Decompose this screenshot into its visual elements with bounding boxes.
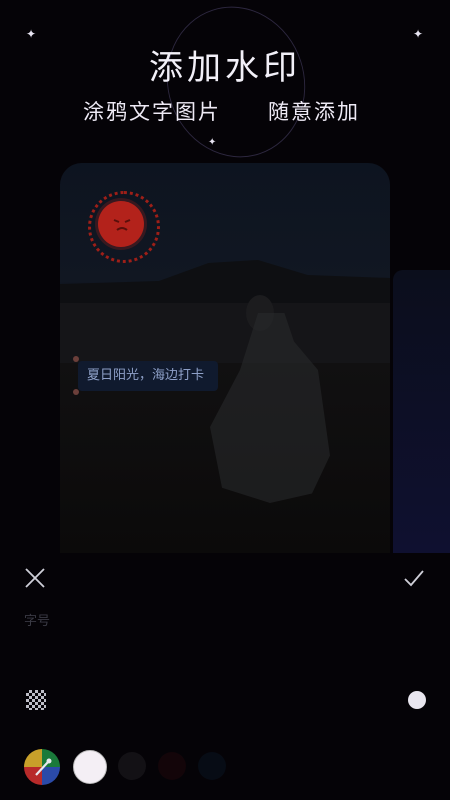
brush-icon [35, 758, 52, 776]
photo-sea [60, 303, 390, 363]
sparkle-icon: ✦ [413, 27, 424, 41]
color-swatch[interactable] [118, 752, 146, 780]
color-swatch-selected[interactable] [73, 750, 107, 784]
photo-canvas[interactable] [60, 163, 390, 553]
text-sticker[interactable]: 夏日阳光，海边打卡 [78, 361, 218, 391]
size-label: 字号 [24, 614, 51, 629]
sun-face-icon [113, 219, 131, 231]
next-preview-card [393, 270, 450, 553]
sticker-handle-icon[interactable] [73, 356, 79, 362]
brush-size-indicator[interactable] [408, 691, 426, 709]
subtitle-right: 随意添加 [268, 100, 360, 124]
close-icon[interactable] [23, 566, 47, 590]
sparkle-icon: ✦ [26, 27, 37, 41]
sticker-handle-icon[interactable] [73, 389, 79, 395]
color-swatch[interactable] [158, 752, 186, 780]
color-swatch[interactable] [198, 752, 226, 780]
page-title: 添加水印 [149, 48, 301, 88]
check-icon[interactable] [402, 566, 426, 590]
mosaic-icon[interactable] [26, 690, 46, 710]
subtitle-left: 涂鸦文字图片 [83, 100, 221, 124]
sparkle-icon: ✦ [208, 137, 217, 148]
header: ✦ ✦ ✦ 添加水印 涂鸦文字图片 随意添加 [0, 0, 450, 176]
